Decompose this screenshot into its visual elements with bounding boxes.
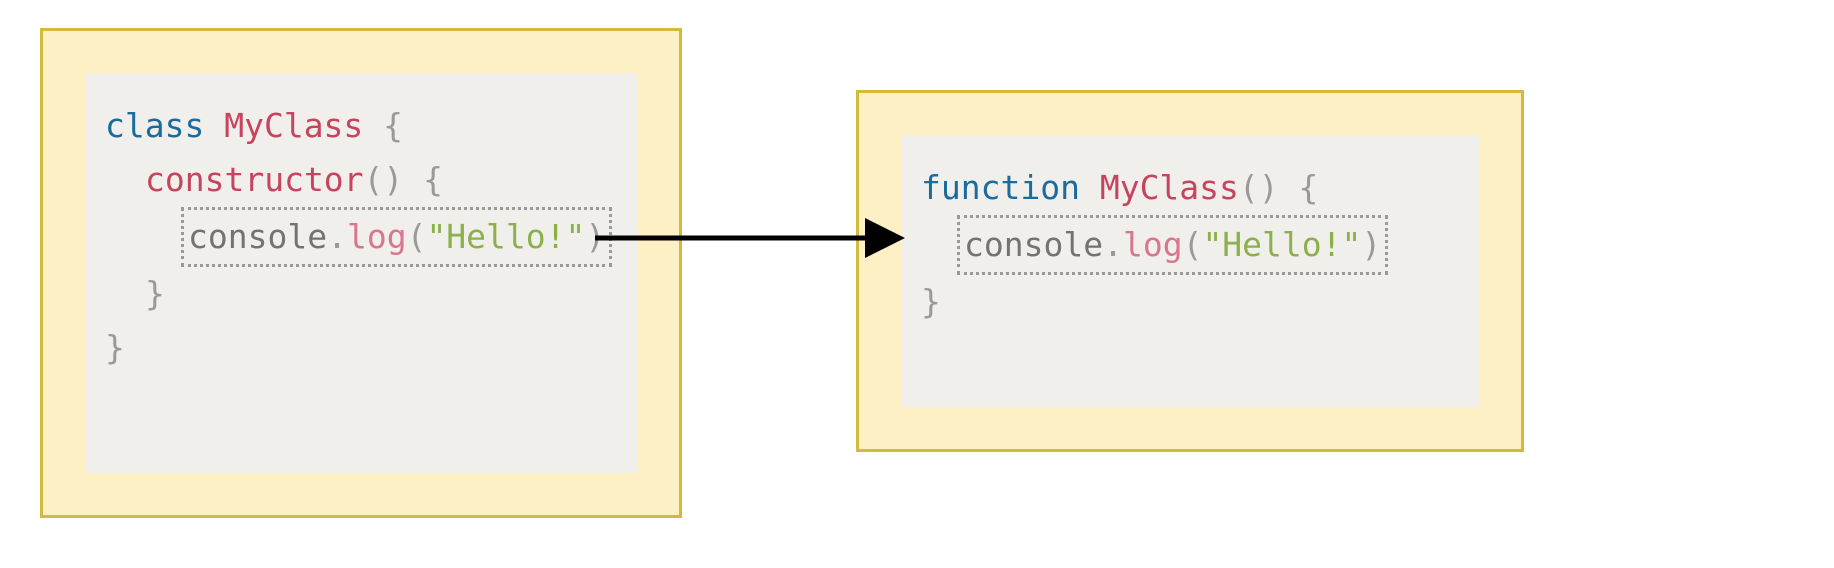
highlighted-statement-target: console.log("Hello!") [957,215,1388,275]
keyword-class: class [105,106,204,145]
brace: } [145,274,165,313]
funcname: MyClass [1100,168,1239,207]
paren-open: ( [1183,225,1203,264]
code-line: } [105,321,617,375]
code-line: constructor() { [105,153,617,207]
code-inner-source: class MyClass { constructor() { console.… [85,73,637,473]
paren-open: ( [407,217,427,256]
brace: } [921,282,941,321]
code-line: class MyClass { [105,99,617,153]
code-line: console.log("Hello!") [921,215,1459,275]
paren-close: ) [1361,225,1381,264]
keyword-function: function [921,168,1080,207]
string-literal: "Hello!" [426,217,585,256]
code-box-target: function MyClass() { console.log("Hello!… [856,90,1524,452]
highlighted-statement-source: console.log("Hello!") [181,207,612,267]
string-literal: "Hello!" [1202,225,1361,264]
space [204,106,224,145]
classname: MyClass [224,106,363,145]
code-line: } [105,267,617,321]
code-line: console.log("Hello!") [105,207,617,267]
func-log: log [1123,225,1183,264]
code-line: function MyClass() { [921,161,1459,215]
code-line: } [921,275,1459,329]
code-box-source: class MyClass { constructor() { console.… [40,28,682,518]
space [1080,168,1100,207]
parens: () [364,160,404,199]
func-log: log [347,217,407,256]
parens: () [1239,168,1279,207]
code-inner-target: function MyClass() { console.log("Hello!… [901,135,1479,407]
method-constructor: constructor [145,160,364,199]
dot: . [1103,225,1123,264]
dot: . [327,217,347,256]
identifier-console: console [188,217,327,256]
brace: { [363,106,403,145]
brace: } [105,328,125,367]
brace: { [403,160,443,199]
arrow-icon [595,218,915,258]
brace: { [1279,168,1319,207]
identifier-console: console [964,225,1103,264]
